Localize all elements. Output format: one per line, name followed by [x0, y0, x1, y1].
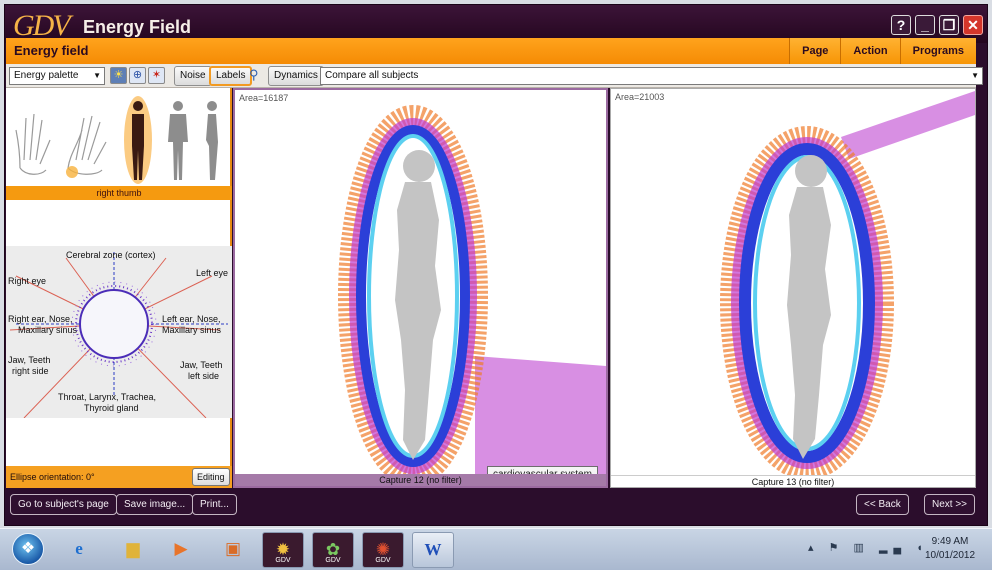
system-tray[interactable]: ▴ ⚑ ▥ ▂▄ ◖	[808, 541, 929, 554]
palette-select-value: Energy palette	[14, 70, 79, 81]
dynamics-button[interactable]: Dynamics	[268, 66, 324, 86]
sun-icon[interactable]: ☀	[110, 67, 127, 84]
gdv-sub-label: GDV	[325, 557, 341, 564]
menu-page[interactable]: Page	[789, 38, 841, 64]
close-button[interactable]: ✕	[963, 15, 983, 35]
label-left-ear: Left ear, Nose,	[162, 314, 221, 324]
capture-panel-13[interactable]: Area=21003 Capture 13 (no filter)	[610, 88, 976, 488]
body-highlighted-icon[interactable]	[124, 96, 152, 184]
gdv-app-icon[interactable]: ✹ GDV	[262, 532, 304, 568]
compare-select-value: Compare all subjects	[325, 70, 419, 81]
palette-select[interactable]: Energy palette ▼	[9, 67, 105, 85]
taskbar: ❖ e ▆ ▶ ▣ ✹ GDV ✿ GDV ✺ GDV W ▴ ⚑ ▥ ▂▄ ◖ 9:…	[0, 528, 992, 570]
ie-icon[interactable]: e	[58, 532, 100, 568]
noise-button[interactable]: Noise	[174, 66, 212, 86]
body-side-icon[interactable]	[206, 101, 218, 180]
minimize-button[interactable]: _	[915, 15, 935, 35]
label-thyroid: Thyroid gland	[84, 403, 139, 413]
clock-date: 10/01/2012	[924, 550, 976, 561]
energy-field-image	[720, 91, 975, 475]
gdv-app-icon[interactable]: ✺ GDV	[362, 532, 404, 568]
page-title: Energy field	[14, 43, 89, 58]
gdv-app-icon[interactable]: ✿ GDV	[312, 532, 354, 568]
label-cerebral-zone: Cerebral zone (cortex)	[66, 250, 156, 260]
menu-programs[interactable]: Programs	[899, 38, 976, 64]
label-right-eye: Right eye	[8, 276, 47, 286]
label-throat: Throat, Larynx, Trachea,	[58, 392, 157, 402]
label-left-sinus: Maxillary sinus	[162, 325, 222, 335]
menu-bar: Energy field Page Action Programs	[6, 38, 976, 64]
gdv-sub-label: GDV	[275, 557, 291, 564]
label-left-eye: Left eye	[196, 268, 229, 278]
chevron-down-icon: ▼	[93, 71, 101, 80]
menu-group: Page Action Programs	[789, 38, 976, 64]
toolbar: Energy palette ▼ ☀ ⊕ ✶ Noise Labels ⚲ Dy…	[6, 64, 983, 88]
clock[interactable]: 9:49 AM 10/01/2012	[918, 535, 982, 563]
folder-icon[interactable]: ▆	[112, 532, 154, 568]
capture-panel-12[interactable]: Area=16187 cardiovascular system Capture…	[233, 88, 608, 488]
gdv-sub-label: GDV	[375, 557, 391, 564]
sector-highlight	[475, 356, 606, 474]
app-title: Energy Field	[83, 17, 192, 37]
start-button[interactable]: ❖	[12, 533, 44, 565]
left-hand-icon[interactable]	[15, 113, 51, 175]
menu-action[interactable]: Action	[840, 38, 900, 64]
energy-field-image	[338, 105, 606, 474]
maximize-button[interactable]: ❐	[939, 15, 959, 35]
media-player-icon[interactable]: ▶	[160, 532, 202, 568]
selected-finger-label: right thumb	[6, 186, 232, 200]
labels-button[interactable]: Labels	[209, 66, 253, 86]
ellipse-bar: Ellipse orientation: 0° Editing	[6, 466, 232, 488]
left-panel: right thumb Cerebral zone (cortex) Right…	[6, 88, 232, 488]
bottom-bar: Go to subject's page Save image... Print…	[6, 490, 976, 520]
zoom-icon[interactable]: ⚲	[249, 67, 259, 83]
help-button[interactable]: ?	[891, 15, 911, 35]
chevron-down-icon: ▼	[971, 71, 979, 80]
ellipse-orientation: Ellipse orientation: 0°	[10, 472, 95, 482]
tool-icon[interactable]: ▣	[212, 532, 254, 568]
label-jaw-right-side: right side	[12, 366, 49, 376]
compare-select[interactable]: Compare all subjects ▼	[320, 67, 983, 85]
label-right-sinus: Maxillary sinus	[18, 325, 78, 335]
label-jaw-right: Jaw, Teeth	[8, 355, 51, 365]
word-icon[interactable]: W	[412, 532, 454, 568]
label-right-ear: Right ear, Nose,	[8, 314, 73, 324]
body-front-icon[interactable]	[168, 101, 188, 180]
next-button[interactable]: Next >>	[924, 494, 976, 515]
sector-highlight	[841, 91, 975, 159]
star-icon[interactable]: ✶	[148, 67, 165, 84]
target-icon[interactable]: ⊕	[129, 67, 146, 84]
right-hand-icon[interactable]	[66, 115, 107, 178]
clock-time: 9:49 AM	[931, 536, 969, 547]
print-button[interactable]: Print...	[192, 494, 237, 515]
capture-caption: Capture 13 (no filter)	[611, 475, 975, 487]
label-jaw-left-side: left side	[188, 371, 220, 381]
back-button[interactable]: << Back	[856, 494, 909, 515]
capture-caption: Capture 12 (no filter)	[235, 474, 606, 486]
editing-button[interactable]: Editing	[192, 468, 230, 486]
goto-subject-button[interactable]: Go to subject's page	[10, 494, 117, 515]
finger-selector	[15, 96, 218, 184]
save-image-button[interactable]: Save image...	[116, 494, 194, 515]
sector-diagram: Cerebral zone (cortex) Right eye Left ey…	[6, 246, 232, 418]
label-jaw-left: Jaw, Teeth	[180, 360, 223, 370]
